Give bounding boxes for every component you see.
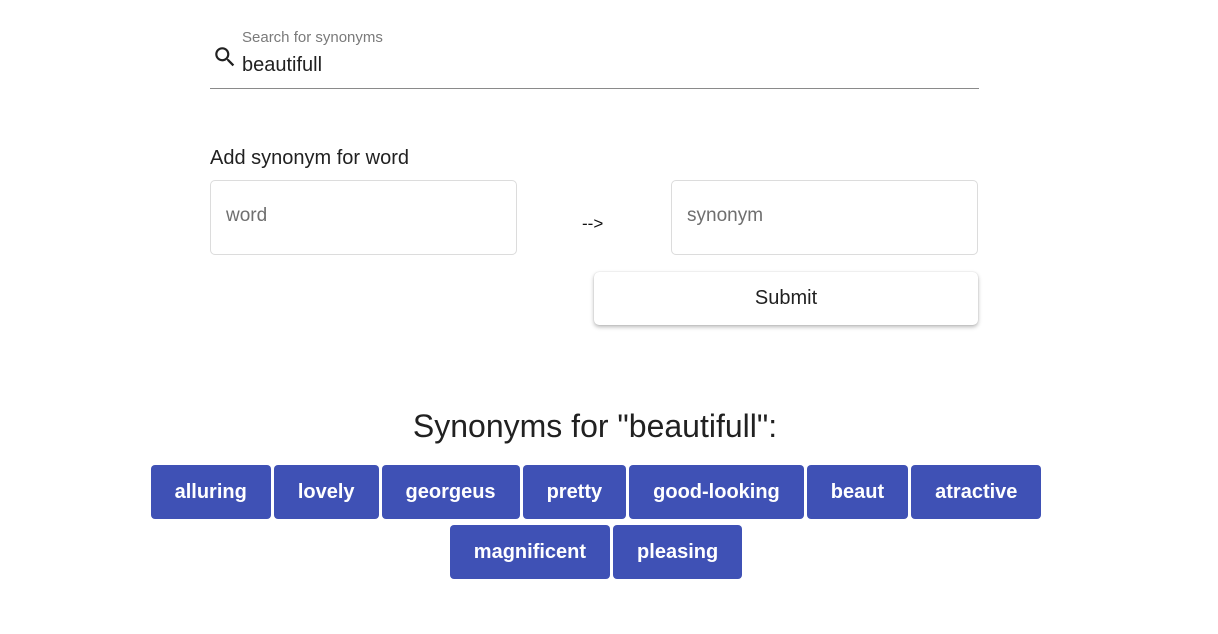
results-title: Synonyms for "beautifull": bbox=[412, 408, 778, 444]
submit-button[interactable]: Submit bbox=[594, 272, 978, 325]
search-label: Search for synonyms bbox=[242, 29, 383, 46]
add-synonym-title: Add synonym for word bbox=[210, 147, 409, 169]
arrow-label: --> bbox=[582, 214, 604, 233]
synonym-chip[interactable]: magnificent bbox=[449, 525, 611, 579]
synonym-chips: alluring lovely georgeus pretty good-loo… bbox=[72, 465, 1120, 579]
synonym-chip[interactable]: beaut bbox=[806, 465, 909, 519]
word-field[interactable] bbox=[210, 180, 517, 255]
search-icon bbox=[215, 47, 235, 67]
word-input[interactable] bbox=[226, 205, 496, 227]
synonym-chip[interactable]: georgeus bbox=[381, 465, 520, 519]
synonym-chip[interactable]: pleasing bbox=[613, 525, 743, 579]
synonym-chip[interactable]: pretty bbox=[522, 465, 627, 519]
synonym-input[interactable] bbox=[687, 205, 957, 227]
synonym-field[interactable] bbox=[671, 180, 978, 255]
search-bar: Search for synonyms bbox=[210, 26, 979, 89]
page: Search for synonyms Add synonym for word… bbox=[0, 0, 1218, 634]
search-input[interactable] bbox=[242, 54, 962, 77]
synonym-chip[interactable]: atractive bbox=[911, 465, 1042, 519]
synonym-chip[interactable]: alluring bbox=[150, 465, 271, 519]
synonym-chip[interactable]: good-looking bbox=[629, 465, 804, 519]
synonym-chip[interactable]: lovely bbox=[273, 465, 379, 519]
